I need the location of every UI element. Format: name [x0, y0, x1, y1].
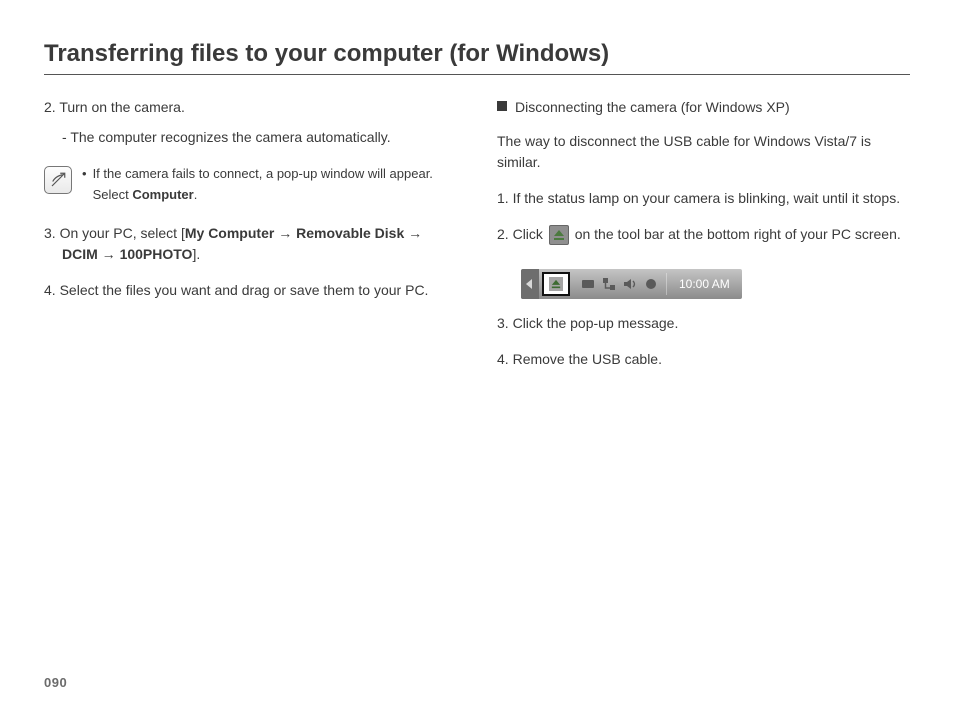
- page-title: Transferring files to your computer (for…: [44, 40, 910, 68]
- left-column: 2. Turn on the camera. - The computer re…: [44, 97, 457, 385]
- note-icon: [44, 166, 72, 194]
- safely-remove-icon: [549, 277, 563, 291]
- note-body: • If the camera fails to connect, a pop-…: [82, 164, 433, 204]
- page-number: 090: [44, 675, 67, 690]
- step-2-subline: - The computer recognizes the camera aut…: [62, 127, 457, 149]
- tray-network-icon: [602, 277, 616, 291]
- right-intro: The way to disconnect the USB cable for …: [497, 131, 910, 174]
- tray-highlighted-icon: [542, 272, 570, 296]
- square-bullet-icon: [497, 101, 507, 111]
- step2-a: Click: [513, 226, 547, 242]
- step-number: 4.: [497, 351, 513, 367]
- step-number: 2.: [497, 226, 513, 242]
- title-rule: [44, 74, 910, 75]
- tray-icon: [644, 277, 658, 291]
- subline-text: The computer recognizes the camera autom…: [70, 129, 390, 145]
- safely-remove-icon: [549, 225, 569, 245]
- right-step-4: 4. Remove the USB cable.: [497, 349, 910, 371]
- right-step-1: 1. If the status lamp on your camera is …: [497, 188, 910, 210]
- step-text: If the status lamp on your camera is bli…: [513, 190, 901, 206]
- note-line-2c: .: [194, 187, 198, 202]
- step-text: Select the files you want and drag or sa…: [60, 282, 429, 298]
- note-line-2a: Select: [93, 187, 133, 202]
- step-number: 3.: [44, 225, 60, 241]
- tray-expand-arrow-icon: [521, 269, 539, 299]
- step3-prefix: On your PC, select [: [60, 225, 185, 241]
- right-column: Disconnecting the camera (for Windows XP…: [497, 97, 910, 385]
- path-my-computer: My Computer: [185, 225, 274, 241]
- arrow-icon: →: [98, 246, 120, 262]
- step-text: Click the pop-up message.: [513, 315, 679, 331]
- left-step-4: 4. Select the files you want and drag or…: [44, 280, 457, 302]
- right-step-2: 2. Click on the tool bar at the bottom r…: [497, 224, 910, 246]
- step-number: 1.: [497, 190, 513, 206]
- right-heading: Disconnecting the camera (for Windows XP…: [497, 97, 910, 119]
- tray-clock: 10:00 AM: [667, 269, 742, 299]
- left-step-2: 2. Turn on the camera. - The computer re…: [44, 97, 457, 148]
- step-text: Turn on the camera.: [59, 99, 185, 115]
- step3-suffix: ].: [192, 246, 200, 262]
- tray-icons: [573, 269, 666, 299]
- content-columns: 2. Turn on the camera. - The computer re…: [44, 97, 910, 385]
- step-number: 4.: [44, 282, 60, 298]
- note-box: • If the camera fails to connect, a pop-…: [44, 164, 457, 204]
- step2-b: on the tool bar at the bottom right of y…: [571, 226, 901, 242]
- bullet-icon: •: [82, 164, 87, 204]
- path-removable-disk: Removable Disk: [296, 225, 404, 241]
- right-heading-text: Disconnecting the camera (for Windows XP…: [515, 97, 790, 119]
- step-number: 2.: [44, 99, 59, 115]
- left-step-3: 3. On your PC, select [My Computer → Rem…: [44, 223, 457, 266]
- arrow-icon: →: [404, 225, 422, 241]
- note-line-2-bold: Computer: [132, 187, 193, 202]
- tray-icon: [581, 277, 595, 291]
- path-dcim: DCIM: [62, 246, 98, 262]
- right-step-3: 3. Click the pop-up message.: [497, 313, 910, 335]
- tray-volume-icon: [623, 277, 637, 291]
- path-100photo: 100PHOTO: [120, 246, 193, 262]
- system-tray: 10:00 AM: [521, 269, 742, 299]
- arrow-icon: →: [274, 225, 296, 241]
- step-text: Remove the USB cable.: [513, 351, 662, 367]
- step-number: 3.: [497, 315, 513, 331]
- note-line-1: If the camera fails to connect, a pop-up…: [93, 166, 433, 181]
